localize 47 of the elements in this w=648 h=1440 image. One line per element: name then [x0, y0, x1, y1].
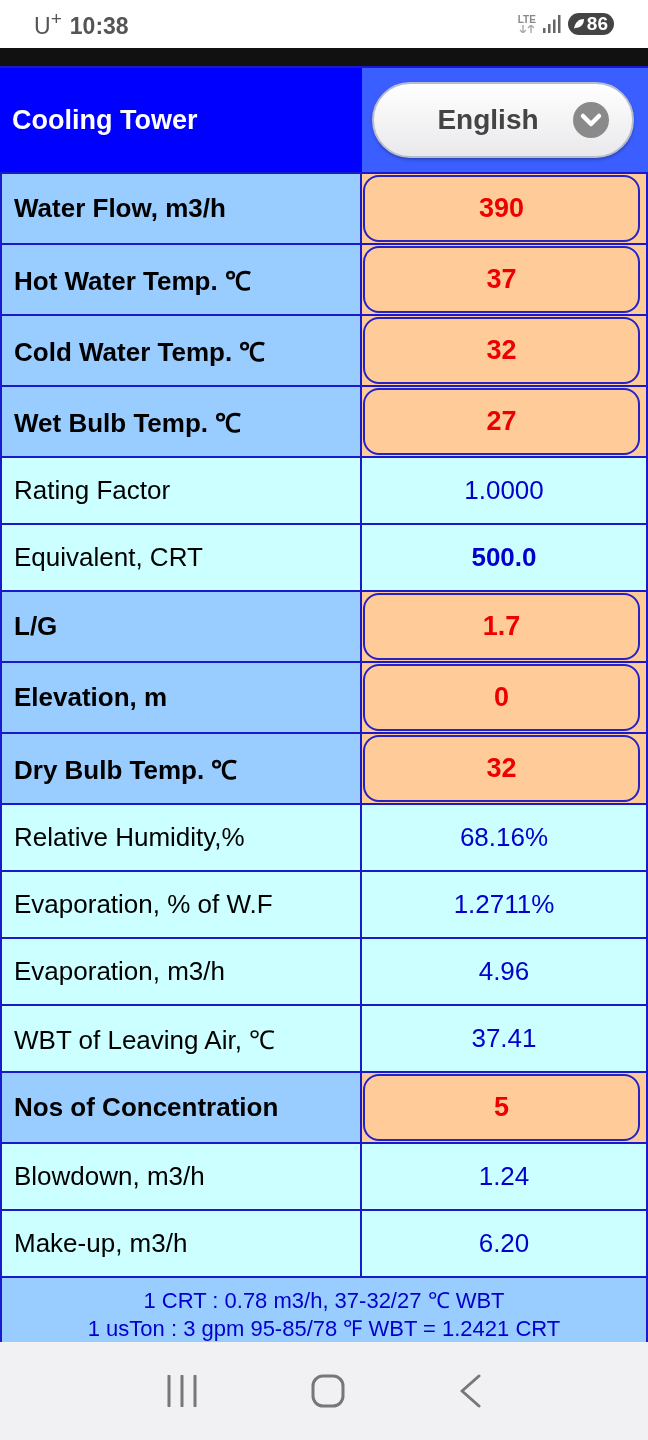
leaf-icon: [572, 18, 585, 30]
home-icon[interactable]: [311, 1374, 345, 1408]
clock-time: 10:38: [69, 12, 129, 40]
row-label: Relative Humidity,%: [0, 805, 362, 870]
row-label: Blowdown, m3/h: [0, 1144, 362, 1209]
value-field[interactable]: 1.7: [363, 593, 640, 660]
network-type: LTE: [517, 15, 536, 25]
row-label: Dry Bulb Temp. ℃: [0, 734, 362, 803]
carrier-name: U$^{+}$: [34, 8, 62, 40]
value-field[interactable]: 27: [363, 388, 640, 455]
row-label: Equivalent, CRT: [0, 525, 362, 590]
result-value: 68.16%: [362, 805, 648, 870]
footer-note: 1 usTon : 3 gpm 95-85/78 ℉ WBT = 1.2421 CRT: [87, 1315, 561, 1342]
row-label: Nos of Concentration: [0, 1073, 362, 1142]
row-label: Cold Water Temp. ℃: [0, 316, 362, 385]
chevron-down-icon: [572, 102, 609, 138]
result-value: 37.41: [362, 1006, 648, 1071]
value-field[interactable]: 37: [363, 246, 640, 313]
result-value: 4.96: [362, 939, 648, 1004]
data-arrows-icon: [518, 25, 535, 33]
value-field[interactable]: 32: [363, 317, 640, 384]
value-field[interactable]: 0: [363, 664, 640, 731]
value-field[interactable]: 32: [363, 735, 640, 802]
row-label: WBT of Leaving Air, ℃: [0, 1006, 362, 1071]
result-value: 500.0: [362, 525, 648, 590]
battery-indicator: 86: [567, 13, 614, 35]
recent-apps-icon[interactable]: [167, 1375, 197, 1407]
back-icon[interactable]: [459, 1374, 481, 1408]
signal-bars-icon: [542, 15, 561, 33]
row-label: L/G: [0, 592, 362, 661]
row-label: Hot Water Temp. ℃: [0, 245, 362, 314]
result-value: 1.0000: [362, 458, 648, 523]
result-value: 1.24: [362, 1144, 648, 1209]
row-label: Evaporation, m3/h: [0, 939, 362, 1004]
app-title: Cooling Tower: [0, 68, 362, 172]
row-label: Wet Bulb Temp. ℃: [0, 387, 362, 456]
footer-note: 1 CRT : 0.78 m3/h, 37-32/27 ℃ WBT: [143, 1287, 505, 1315]
value-field[interactable]: 5: [363, 1074, 640, 1141]
result-value: 1.2711%: [362, 872, 648, 937]
row-label: Make-up, m3/h: [0, 1211, 362, 1276]
row-label: Elevation, m: [0, 663, 362, 732]
result-value: 6.20: [362, 1211, 648, 1276]
language-select[interactable]: English: [372, 82, 634, 158]
row-label: Evaporation, % of W.F: [0, 872, 362, 937]
value-field[interactable]: 390: [363, 175, 640, 242]
row-label: Rating Factor: [0, 458, 362, 523]
row-label: Water Flow, m3/h: [0, 174, 362, 243]
